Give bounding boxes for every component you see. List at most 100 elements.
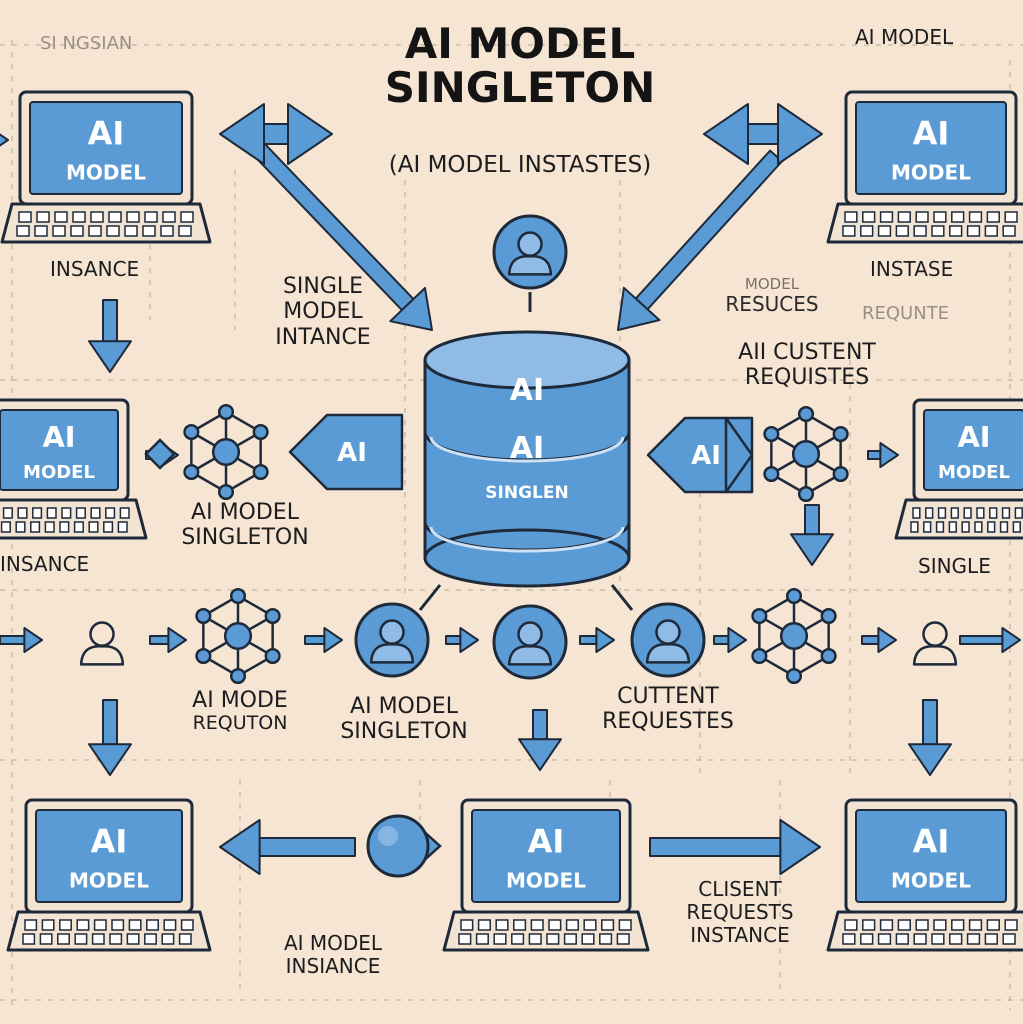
label-ai-model-singleton-left: AI MODEL SINGLETON — [150, 500, 340, 551]
screen-text-ai: AI — [91, 823, 128, 861]
connector-line — [418, 584, 442, 611]
small-arrow — [304, 627, 343, 653]
label-line: CUTTENT — [617, 684, 719, 709]
label-single-model-instance: SINGLE MODEL INTANCE — [258, 274, 388, 350]
screen-text-ai: AI — [88, 115, 125, 153]
label-ai-model-singleton-mid: AI MODEL SINGLETON — [314, 694, 494, 745]
label-single-right: SINGLE — [918, 554, 991, 578]
database-text: AI — [510, 431, 544, 466]
label-line: MODEL — [744, 275, 800, 293]
user-icon-mid-1 — [354, 602, 430, 678]
screen-text-model: MODEL — [506, 868, 586, 892]
bottom-orb — [366, 814, 442, 878]
label-requnte: REQUNTE — [862, 303, 950, 324]
database-text: AI — [510, 373, 544, 408]
down-arrow — [518, 709, 562, 771]
screen-text-model: MODEL — [891, 868, 971, 892]
small-arrow — [861, 627, 897, 653]
label-line: MODEL — [283, 299, 363, 325]
user-icon-mid-3 — [630, 602, 706, 678]
network-icon-mid-left — [195, 587, 281, 685]
small-arrow — [149, 627, 187, 653]
small-arrow — [867, 442, 899, 468]
user-icon-right — [912, 621, 958, 666]
label-clisent-requests-instance: CLISENT REQUESTS INSTANCE — [660, 878, 820, 947]
label-line: AI MODE — [192, 688, 288, 713]
screen-text-model: MODEL — [938, 462, 1010, 483]
label-line: REQUESTS — [686, 900, 794, 924]
label-instase: INSTASE — [870, 257, 954, 281]
small-arrow — [445, 627, 479, 653]
screen-text-model: MODEL — [23, 462, 95, 483]
screen-text-model: MODEL — [69, 868, 149, 892]
label-line: INSIANCE — [285, 954, 381, 978]
title-line-1: AI MODEL — [404, 19, 636, 68]
label-line: SINGLETON — [181, 525, 309, 551]
small-arrow — [0, 133, 9, 147]
laptop-bottom-left: AI MODEL — [6, 798, 212, 952]
double-arrow-top-right — [703, 103, 823, 165]
connector-line — [610, 584, 634, 611]
laptop-mid-right: AI MODEL — [894, 398, 1023, 540]
tag-text: AI — [337, 438, 367, 468]
small-arrow — [959, 627, 1021, 653]
screen-text-ai: AI — [42, 420, 75, 454]
diagram-canvas: AI AI AI MODEL AI MODEL AI MODEL AI MODEL AI MODEL… — [0, 0, 1023, 1024]
screen-text-model: MODEL — [891, 160, 971, 184]
tag-text: AI — [691, 441, 721, 471]
user-icon-left — [79, 621, 125, 666]
label-line: INTANCE — [275, 324, 371, 350]
small-arrow — [0, 627, 43, 653]
corner-label-top-left: SI NGSIAN — [40, 33, 133, 54]
ai-tag-arrow-left: AI — [288, 413, 404, 491]
small-arrow — [713, 627, 747, 653]
user-icon-mid-2 — [492, 604, 568, 680]
label-line: REQUISTES — [744, 365, 870, 391]
corner-label-top-right: AI MODEL — [855, 25, 954, 49]
diagram-subtitle: (AI MODEL INSTASTES) — [388, 152, 652, 178]
down-arrow — [88, 699, 132, 776]
label-cuttent-requestes: CUTTENT REQUESTES — [578, 684, 758, 735]
network-icon-right — [763, 405, 849, 503]
laptop-bottom-center: AI MODEL — [442, 798, 650, 952]
down-arrow — [908, 699, 952, 776]
label-line: SINGLETON — [340, 719, 468, 745]
label-line: AI MODEL — [283, 931, 383, 955]
screen-text-ai: AI — [913, 115, 950, 153]
diamond-node — [144, 438, 176, 470]
label-insance-top: INSANCE — [50, 257, 140, 281]
label-ai-model-insiance: AI MODEL INSIANCE — [258, 932, 408, 978]
label-line: SINGLE — [282, 274, 364, 299]
laptop-bottom-right: AI MODEL — [826, 798, 1023, 952]
label-line: RESUCES — [725, 292, 819, 317]
label-line: REQUESTES — [602, 709, 734, 735]
label-ai-mode-requton: AI MODE REQUTON — [160, 688, 320, 735]
label-line: CLISENT — [698, 877, 782, 901]
laptop-top-left: AI MODEL — [0, 90, 212, 244]
small-arrow — [579, 627, 615, 653]
screen-text-model: MODEL — [66, 160, 146, 184]
label-line: AI MODEL — [191, 500, 299, 525]
laptop-top-right: AI MODEL — [826, 90, 1023, 244]
long-arrow-right — [649, 819, 821, 875]
title-line-2: SINGLETON — [384, 63, 656, 113]
screen-text-ai: AI — [957, 420, 990, 454]
database-singleton: AI AI SINGLEN — [423, 330, 631, 588]
label-line: AII CUSTENT — [738, 340, 876, 365]
database-text: SINGLEN — [485, 483, 568, 503]
network-icon-left — [183, 403, 269, 501]
laptop-mid-left: AI MODEL — [0, 398, 148, 540]
label-insance-left: INSANCE — [0, 552, 90, 576]
label-model-resuces: MODEL RESUCES — [712, 275, 832, 317]
user-icon-top — [492, 214, 568, 290]
label-line: REQUTON — [192, 712, 288, 735]
label-line: AI MODEL — [350, 694, 458, 719]
screen-text-ai: AI — [913, 823, 950, 861]
network-icon-mid-right — [751, 587, 837, 685]
screen-text-ai: AI — [528, 823, 565, 861]
diagram-title: AI MODEL SINGLETON — [320, 19, 720, 113]
label-aii-custent-requistes: AII CUSTENT REQUISTES — [712, 340, 902, 391]
down-arrow — [790, 504, 834, 566]
label-line: INSTANCE — [690, 923, 790, 947]
down-arrow — [88, 299, 132, 373]
